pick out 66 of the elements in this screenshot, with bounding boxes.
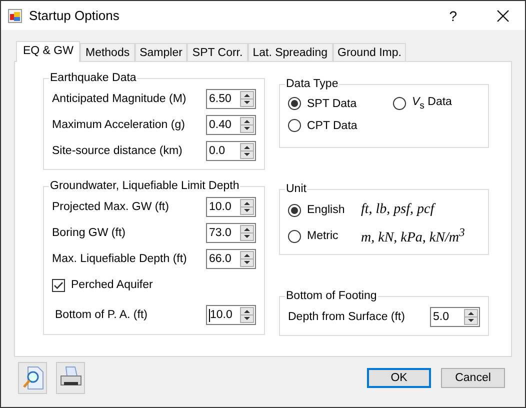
tab[interactable]: Methods [80, 43, 135, 61]
radio-label[interactable]: V$_{s}$ Data [412, 96, 452, 112]
checkbox-label[interactable]: Perched Aquifer [71, 279, 153, 291]
spin-box[interactable]: 10.0 [206, 197, 256, 217]
checkbox[interactable] [52, 278, 65, 292]
spin-value: 10.0 [208, 308, 234, 322]
spin-arrows-icon[interactable] [240, 143, 254, 159]
radio-label[interactable]: SPT Data [307, 98, 357, 110]
spin-value: 66.0 [208, 253, 232, 265]
field-label: Site-source distance (km) [52, 145, 182, 157]
radio-button[interactable] [393, 97, 406, 110]
spin-value: 0.0 [208, 145, 226, 157]
spin-value: 73.0 [208, 227, 232, 239]
dialog-button[interactable]: OK [367, 368, 431, 388]
spin-value: 6.50 [208, 93, 232, 105]
spin-arrows-icon[interactable] [240, 199, 254, 215]
dialog-button[interactable]: Cancel [441, 368, 505, 388]
tab[interactable]: Ground Imp. [332, 43, 406, 61]
spin-value: 0.40 [208, 119, 232, 131]
spin-box[interactable]: 6.50 [206, 89, 256, 109]
field-label: Maximum Acceleration (g) [52, 119, 185, 131]
group-title: Data Type [285, 78, 340, 90]
magnifier-document-icon [22, 366, 44, 390]
field-label: Projected Max. GW (ft) [52, 201, 169, 213]
group-title: Groundwater, Liquefiable Limit Depth [49, 180, 240, 192]
spin-box[interactable]: 5.0 [430, 307, 480, 327]
radio-button[interactable] [288, 204, 301, 216]
spin-box[interactable]: 73.0 [206, 223, 256, 243]
group-title: Unit [285, 183, 308, 195]
radio-label[interactable]: Metric [307, 230, 355, 242]
spin-arrows-icon[interactable] [464, 309, 478, 325]
spin-arrows-icon[interactable] [240, 91, 254, 107]
field-label: Bottom of P. A. (ft) [55, 309, 148, 321]
print-button[interactable] [56, 362, 85, 394]
close-icon[interactable] [497, 10, 509, 22]
preview-button[interactable] [18, 362, 47, 394]
tab[interactable]: SPT Corr. [187, 43, 248, 61]
field-label: Depth from Surface (ft) [288, 311, 405, 323]
spin-box[interactable]: 0.0 [206, 141, 256, 161]
spin-arrows-icon[interactable] [240, 251, 254, 267]
app-icon [8, 8, 22, 22]
radio-button[interactable] [288, 97, 301, 110]
spin-arrows-icon[interactable] [240, 307, 254, 323]
field-label: Max. Liquefiable Depth (ft) [52, 253, 187, 265]
radio-label[interactable]: CPT Data [307, 120, 358, 132]
spin-arrows-icon[interactable] [240, 117, 254, 133]
group-title: Bottom of Footing [285, 290, 378, 302]
tab[interactable]: Sampler [134, 43, 188, 61]
tab[interactable]: Lat. Spreading [248, 43, 333, 61]
radio-button[interactable] [288, 230, 301, 242]
unit-formula: m, kN, kPa, kN/m$^{3}$ [361, 226, 465, 246]
help-button[interactable]: ? [449, 8, 457, 24]
radio-button[interactable] [288, 119, 301, 132]
spin-arrows-icon[interactable] [240, 225, 254, 241]
spin-value: 10.0 [208, 201, 232, 213]
tab[interactable]: EQ & GW [16, 41, 80, 62]
spin-value: 5.0 [432, 311, 450, 323]
field-label: Boring GW (ft) [52, 227, 126, 239]
unit-formula: ft, lb, psf, pcf [361, 202, 434, 218]
spin-box[interactable]: 0.40 [206, 115, 256, 135]
spin-box[interactable]: 66.0 [206, 249, 256, 269]
group-title: Earthquake Data [49, 72, 138, 84]
radio-label[interactable]: English [307, 204, 355, 216]
spin-box[interactable]: 10.0 [206, 305, 256, 325]
field-label: Anticipated Magnitude (M) [52, 93, 186, 105]
window-title: Startup Options [29, 8, 120, 23]
